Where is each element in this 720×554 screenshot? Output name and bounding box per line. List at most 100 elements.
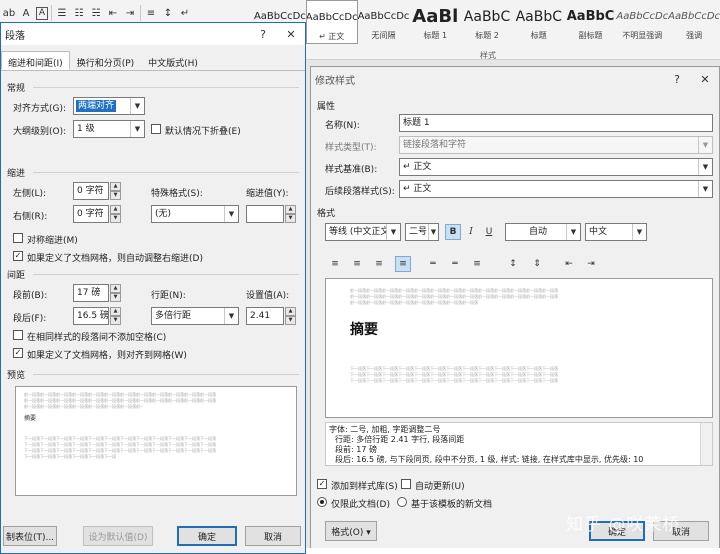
left-indent-input[interactable]: 0 字符	[73, 182, 109, 200]
close-icon[interactable]: ✕	[277, 28, 305, 41]
line-spacing-icon[interactable]: ↕	[505, 256, 521, 272]
auto-right-indent-label: 如果定义了文档网格，则自动调整右缩进(D)	[27, 254, 203, 264]
style-card[interactable]: AaBbCcDc 不明显强调	[616, 0, 668, 44]
at-input[interactable]: 2.41	[246, 307, 284, 325]
numbered-list-icon[interactable]: ☷	[72, 5, 86, 21]
only-this-doc-radio[interactable]	[317, 497, 327, 507]
help-button[interactable]: ?	[249, 28, 277, 41]
indent-by-label: 缩进值(Y):	[246, 189, 289, 199]
general-heading: 常规	[7, 84, 26, 94]
style-type-label: 样式类型(T):	[325, 143, 377, 153]
style-name-input[interactable]: 标题 1	[399, 114, 713, 132]
chevron-down-icon: ▼	[428, 224, 438, 240]
style-card[interactable]: AaBl 标题 1	[409, 0, 461, 44]
distribute-icon[interactable]: ═	[425, 256, 441, 272]
add-to-gallery-checkbox[interactable]: ✓	[317, 479, 327, 489]
bullet-list-icon[interactable]: ☰	[55, 5, 69, 21]
at-spinner[interactable]: ▲ ▼	[285, 307, 296, 325]
description-scrollbar[interactable]	[700, 423, 712, 465]
snap-to-grid-checkbox[interactable]: ✓	[13, 348, 23, 358]
auto-right-indent-checkbox[interactable]: ✓	[13, 251, 23, 261]
line-spacing-select[interactable]: 多倍行距 ▼	[151, 307, 239, 325]
style-card[interactable]: AaBbC 标题 2	[461, 0, 513, 44]
style-card[interactable]: AaBbC 副标题	[565, 0, 617, 44]
paragraph-spacing-icon[interactable]: ⇕	[529, 256, 545, 272]
after-spacing-spinner[interactable]: ▲ ▼	[110, 307, 121, 325]
chevron-down-icon: ▼	[130, 98, 144, 114]
tab-line-page-breaks[interactable]: 换行和分页(P)	[70, 51, 141, 70]
auto-update-checkbox[interactable]	[401, 479, 411, 489]
decrease-indent-icon[interactable]: ⇤	[106, 5, 120, 21]
align-center-icon[interactable]: ≡	[349, 256, 365, 272]
indent-heading: 缩进	[7, 169, 26, 179]
language-select[interactable]: 中文 ▼	[585, 223, 647, 241]
align-icon[interactable]: ≡	[144, 5, 158, 21]
ok-button[interactable]: 确定	[177, 526, 237, 546]
template-radio[interactable]	[397, 497, 407, 507]
font-size-select[interactable]: 二号 ▼	[405, 223, 439, 241]
spacing-2-icon[interactable]: ≡	[469, 256, 485, 272]
template-label: 基于该模板的新文档	[411, 500, 493, 510]
following-style-select[interactable]: ↵ 正文 ▼	[399, 180, 713, 198]
align-right-icon[interactable]: ≡	[371, 256, 387, 272]
style-card[interactable]: AaBbCcDc 强调	[668, 0, 720, 44]
chevron-down-icon: ▼	[698, 181, 712, 197]
style-card[interactable]: AaBbCcDc ↵ 正文	[305, 0, 358, 44]
mirror-indents-checkbox[interactable]	[13, 233, 23, 243]
right-indent-input[interactable]: 0 字符	[73, 205, 109, 223]
indent-by-spinner[interactable]: ▲ ▼	[285, 205, 296, 223]
style-name: 标题 2	[475, 31, 499, 40]
modify-close-icon[interactable]: ✕	[691, 73, 719, 86]
tab-indents-spacing[interactable]: 缩进和间距(I)	[1, 51, 70, 70]
show-marks-icon[interactable]: ↵	[178, 5, 192, 21]
style-name: 强调	[686, 31, 703, 40]
tab-asian-typography[interactable]: 中文版式(H)	[141, 51, 205, 70]
document-strip	[306, 548, 720, 554]
style-name-label: 名称(N):	[325, 121, 360, 131]
watermark: 知乎 @咲茉桥	[566, 515, 681, 535]
paragraph-preview: 前一段落前一段落前一段落前一段落前一段落前一段落前一段落前一段落前一段落前一段落…	[15, 386, 297, 496]
sort-icon[interactable]: ↕	[161, 5, 175, 21]
style-card[interactable]: AaBbC 标题	[513, 0, 565, 44]
outline-level-select[interactable]: 1 级 ▼	[73, 120, 145, 138]
char-border-icon[interactable]: A	[36, 6, 48, 20]
underline-button[interactable]: U	[481, 224, 497, 240]
after-spacing-input[interactable]: 16.5 磅	[73, 307, 109, 325]
increase-indent-icon[interactable]: ⇥	[583, 256, 599, 272]
ribbon-toolbar: ab A A ☰ ☷ ☵ ⇤ ⇥ ≡ ↕ ↵	[2, 2, 192, 24]
font-color-select[interactable]: 自动 ▼	[505, 223, 581, 241]
before-spacing-spinner[interactable]: ▲ ▼	[110, 284, 121, 302]
indent-by-input[interactable]	[246, 205, 284, 223]
preview-heading-sample: 摘要	[350, 322, 378, 338]
format-menu-button[interactable]: 格式(O) ▾	[325, 521, 377, 541]
set-default-button[interactable]: 设为默认值(D)	[83, 526, 153, 546]
style-card[interactable]: AaBbCcDc 无间隔	[358, 0, 410, 44]
decrease-indent-icon[interactable]: ⇤	[561, 256, 577, 272]
justify-icon[interactable]: ≡	[395, 256, 411, 272]
multilevel-list-icon[interactable]: ☵	[89, 5, 103, 21]
cancel-button[interactable]: 取消	[245, 526, 301, 546]
format-painter-icon[interactable]: ab	[2, 5, 16, 21]
right-indent-spinner[interactable]: ▲ ▼	[110, 205, 121, 223]
before-spacing-input[interactable]: 17 磅	[73, 284, 109, 302]
style-name: 标题 1	[423, 31, 448, 40]
style-name: ↵ 正文	[319, 32, 345, 41]
special-indent-select[interactable]: (无) ▼	[151, 205, 239, 223]
align-left-icon[interactable]: ≡	[327, 256, 343, 272]
chevron-down-icon: ▼	[130, 121, 144, 137]
font-select[interactable]: 等线 (中文正文) ▼	[325, 223, 401, 241]
clear-format-icon[interactable]: A	[19, 5, 33, 21]
increase-indent-icon[interactable]: ⇥	[123, 5, 137, 21]
style-type-select: 链接段落和字符 ▼	[399, 136, 713, 154]
modify-style-title: 修改样式	[315, 75, 355, 87]
spacing-1-icon[interactable]: ═	[447, 256, 463, 272]
no-space-same-style-checkbox[interactable]	[13, 330, 23, 340]
tabs-button[interactable]: 制表位(T)...	[3, 526, 57, 546]
modify-help-button[interactable]: ?	[663, 73, 691, 86]
alignment-select[interactable]: 两端对齐 ▼	[73, 97, 145, 115]
collapse-checkbox[interactable]	[151, 124, 161, 134]
left-indent-spinner[interactable]: ▲ ▼	[110, 182, 121, 200]
bold-button[interactable]: B	[445, 224, 461, 240]
italic-button[interactable]: I	[463, 224, 479, 240]
style-based-on-select[interactable]: ↵ 正文 ▼	[399, 158, 713, 176]
